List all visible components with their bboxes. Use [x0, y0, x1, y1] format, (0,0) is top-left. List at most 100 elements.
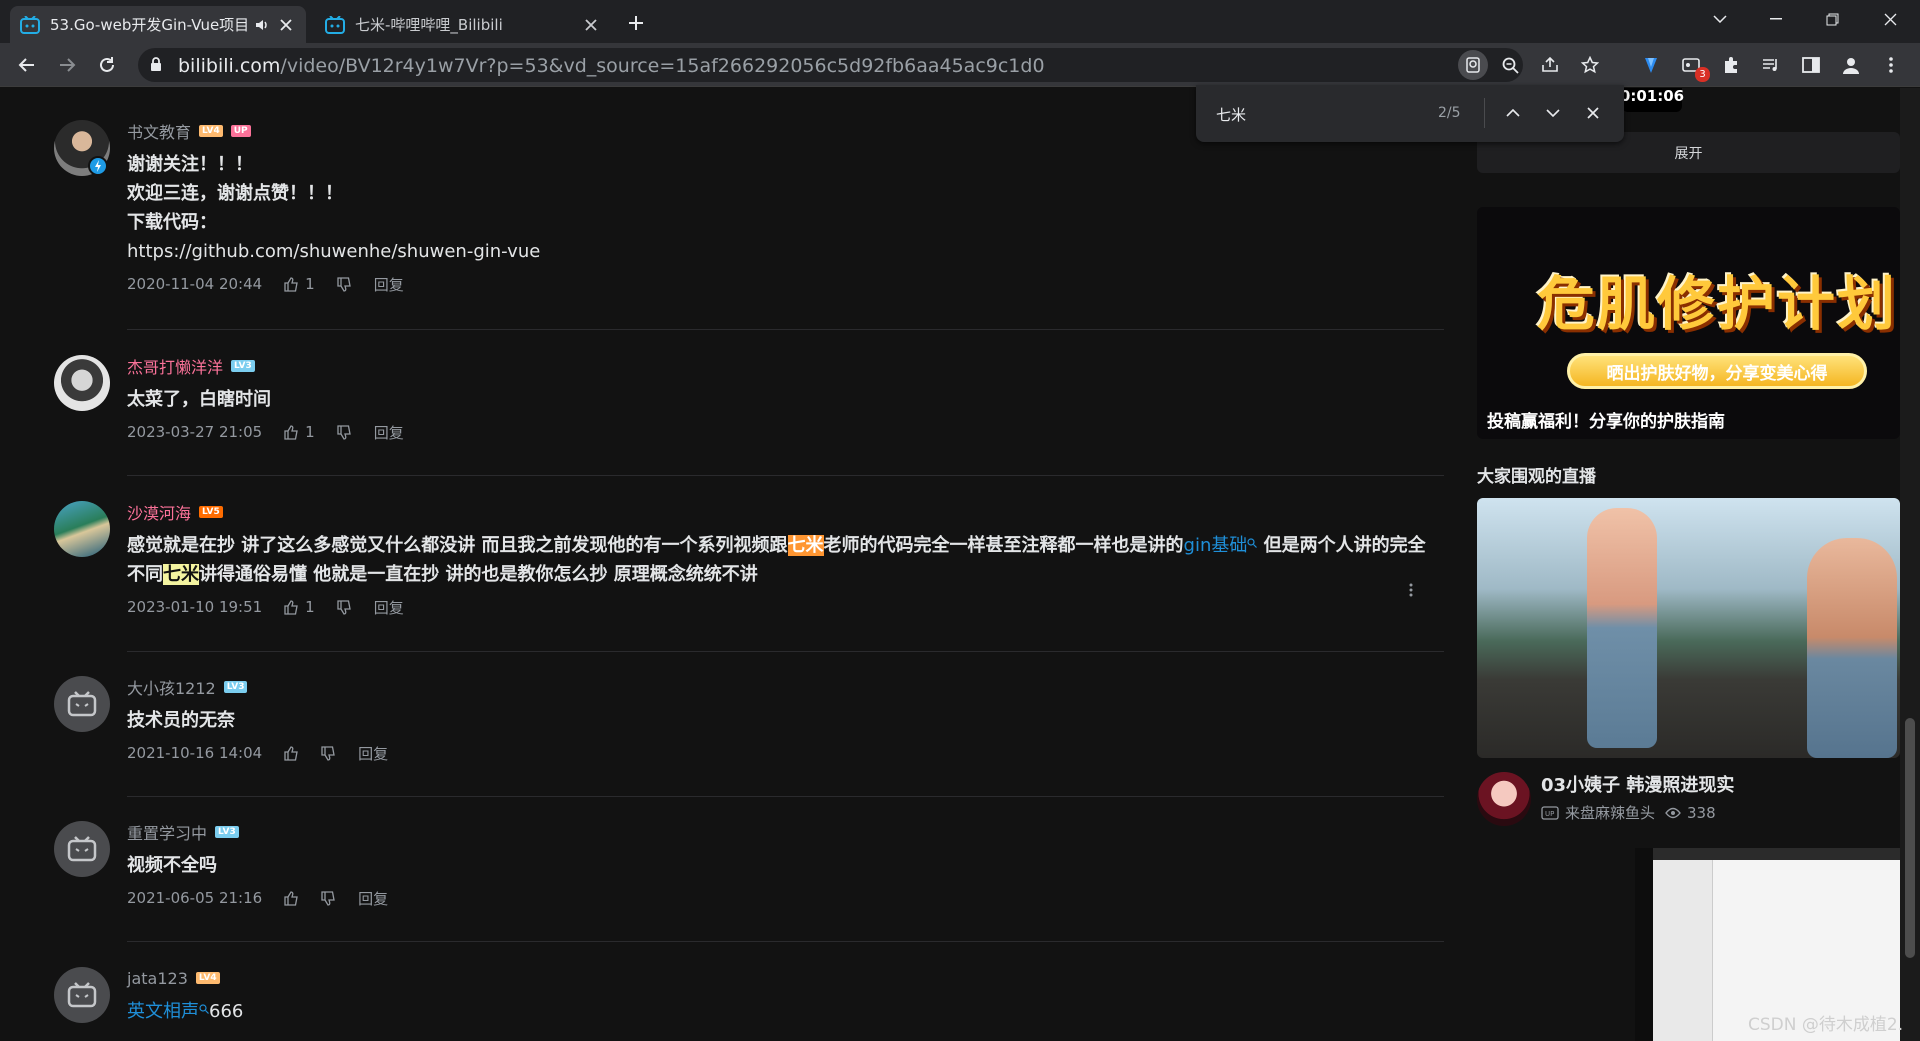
reply-button[interactable]: 回复 [358, 743, 388, 764]
minimize-button[interactable] [1748, 0, 1804, 38]
comment-meta: 2020-11-04 20:44 1 回复 [127, 274, 1444, 294]
like-count: 1 [305, 275, 315, 293]
lock-icon[interactable] [150, 57, 162, 72]
forward-button[interactable] [52, 50, 82, 80]
username[interactable]: 书文教育 [127, 119, 191, 143]
comment-meta: 2023-01-10 19:51 1 回复 [127, 597, 1444, 617]
find-close-button[interactable] [1580, 100, 1606, 126]
find-next-button[interactable] [1540, 100, 1566, 126]
avatar[interactable] [54, 676, 110, 732]
streamer-avatar[interactable] [1477, 772, 1531, 826]
dislike-button[interactable] [337, 276, 352, 292]
live-figure [1807, 538, 1897, 758]
live-thumbnail[interactable] [1477, 498, 1900, 758]
comment-link[interactable]: https://github.com/shuwenhe/shuwen-gin-v… [127, 237, 1444, 266]
like-button[interactable]: 1 [284, 598, 315, 616]
scrollbar-thumb[interactable] [1905, 718, 1915, 958]
like-button[interactable] [284, 745, 299, 761]
like-button[interactable]: 1 [284, 423, 315, 441]
divider [127, 329, 1444, 330]
find-previous-button[interactable] [1500, 100, 1526, 126]
avatar[interactable] [54, 355, 110, 411]
default-avatar-icon [67, 836, 97, 862]
video-duration: 0:01:06 [1620, 88, 1684, 112]
more-icon[interactable] [1409, 583, 1413, 597]
thumb-header [1653, 848, 1900, 860]
comment-text: 视频不全吗 [127, 851, 1444, 880]
comment-line: 下载代码： [127, 212, 217, 233]
close-window-button[interactable] [1862, 0, 1918, 38]
reply-button[interactable]: 回复 [374, 597, 404, 618]
avatar[interactable] [54, 501, 110, 557]
avatar[interactable] [54, 821, 110, 877]
extension-icon[interactable]: 3 [1676, 50, 1710, 82]
up-badge: UP [230, 125, 251, 137]
media-control-icon[interactable] [1756, 50, 1786, 80]
reply-button[interactable]: 回复 [374, 422, 404, 443]
back-button[interactable] [12, 50, 42, 80]
share-icon[interactable] [1535, 50, 1565, 80]
dislike-button[interactable] [337, 424, 352, 440]
side-panel-icon[interactable] [1796, 50, 1826, 80]
page-scrollbar[interactable] [1900, 88, 1920, 1041]
tab-strip: 53.Go-web开发Gin-Vue项目 七米-哔哩哔哩_Bilibili [0, 0, 1920, 43]
comment-text: 太菜了，白瞎时间 [127, 385, 1444, 414]
like-button[interactable] [284, 890, 299, 906]
comment-meta: 2021-10-16 14:04 回复 [127, 743, 1444, 763]
comment-text: 谢谢关注！！！ 欢迎三连，谢谢点赞！！！ 下载代码： https://githu… [127, 150, 1444, 266]
username[interactable]: 大小孩1212 [127, 675, 216, 699]
avatar[interactable] [54, 967, 110, 1023]
username[interactable]: 杰哥打懒洋洋 [127, 354, 223, 378]
extensions-puzzle-icon[interactable] [1716, 50, 1746, 80]
chevron-down-icon [1546, 109, 1560, 117]
search-link[interactable]: gin基础 [1184, 535, 1248, 556]
dislike-button[interactable] [337, 599, 352, 615]
username[interactable]: 沙漠河海 [127, 500, 191, 524]
find-highlight: 七米 [163, 564, 199, 585]
tab-search-icon[interactable] [1692, 0, 1748, 38]
restore-button[interactable] [1804, 0, 1860, 38]
live-title[interactable]: 03小姨子 韩漫照进现实 [1541, 771, 1734, 797]
new-tab-button[interactable] [622, 9, 650, 37]
thumbs-up-icon [284, 745, 298, 761]
zoom-icon[interactable] [1495, 50, 1525, 80]
level-badge: LV4 [195, 972, 220, 984]
tab-inactive[interactable]: 七米-哔哩哔哩_Bilibili [315, 6, 611, 43]
section-title: 大家围观的直播 [1477, 467, 1596, 487]
username[interactable]: 重置学习中 [127, 820, 207, 844]
search-link[interactable]: 英文相声 [127, 1001, 199, 1022]
close-tab-icon[interactable] [581, 15, 601, 35]
comment-line: 欢迎三连，谢谢点赞！！！ [127, 183, 343, 204]
comment-text: 感觉就是在抄 讲了这么多感觉又什么都没讲 而且我之前发现他的有一个系列视频跟七米… [127, 531, 1487, 589]
search-icon[interactable] [1247, 538, 1258, 548]
streamer-name[interactable]: 来盘麻辣鱼头 [1565, 802, 1655, 823]
translate-icon[interactable] [1458, 50, 1488, 80]
vpn-extension-icon[interactable] [1636, 50, 1666, 80]
reply-button[interactable]: 回复 [374, 274, 404, 295]
profile-icon[interactable] [1836, 50, 1866, 80]
dislike-button[interactable] [321, 890, 336, 906]
address-bar[interactable]: bilibili.com/video/BV12r4y1w7Vr?p=53&vd_… [138, 48, 1599, 82]
like-count: 1 [305, 423, 315, 441]
verified-icon [88, 156, 108, 176]
close-tab-icon[interactable] [276, 15, 296, 35]
ad-banner[interactable]: 危肌修护计划 晒出护肤好物，分享变美心得 投稿赢福利！分享你的护肤指南 [1477, 207, 1900, 439]
tab-active[interactable]: 53.Go-web开发Gin-Vue项目 [10, 6, 306, 43]
search-icon[interactable] [199, 1004, 209, 1014]
find-count: 2/5 [1438, 105, 1461, 121]
reply-button[interactable]: 回复 [358, 888, 388, 909]
menu-icon[interactable] [1876, 50, 1906, 80]
thumb-sidebar [1653, 860, 1713, 1041]
find-input[interactable]: 七米 [1216, 104, 1246, 125]
speaker-icon[interactable] [254, 17, 270, 33]
level-badge: LV3 [223, 681, 248, 693]
dislike-button[interactable] [321, 745, 336, 761]
bookmark-star-icon[interactable] [1575, 50, 1605, 80]
thumbs-down-icon [337, 276, 351, 292]
reload-button[interactable] [92, 50, 122, 80]
comment-text: 技术员的无奈 [127, 706, 1444, 735]
comment-segment: 666 [209, 1001, 244, 1022]
username[interactable]: jata123 [127, 969, 188, 988]
like-button[interactable]: 1 [284, 275, 315, 293]
thumbs-down-icon [321, 745, 335, 761]
